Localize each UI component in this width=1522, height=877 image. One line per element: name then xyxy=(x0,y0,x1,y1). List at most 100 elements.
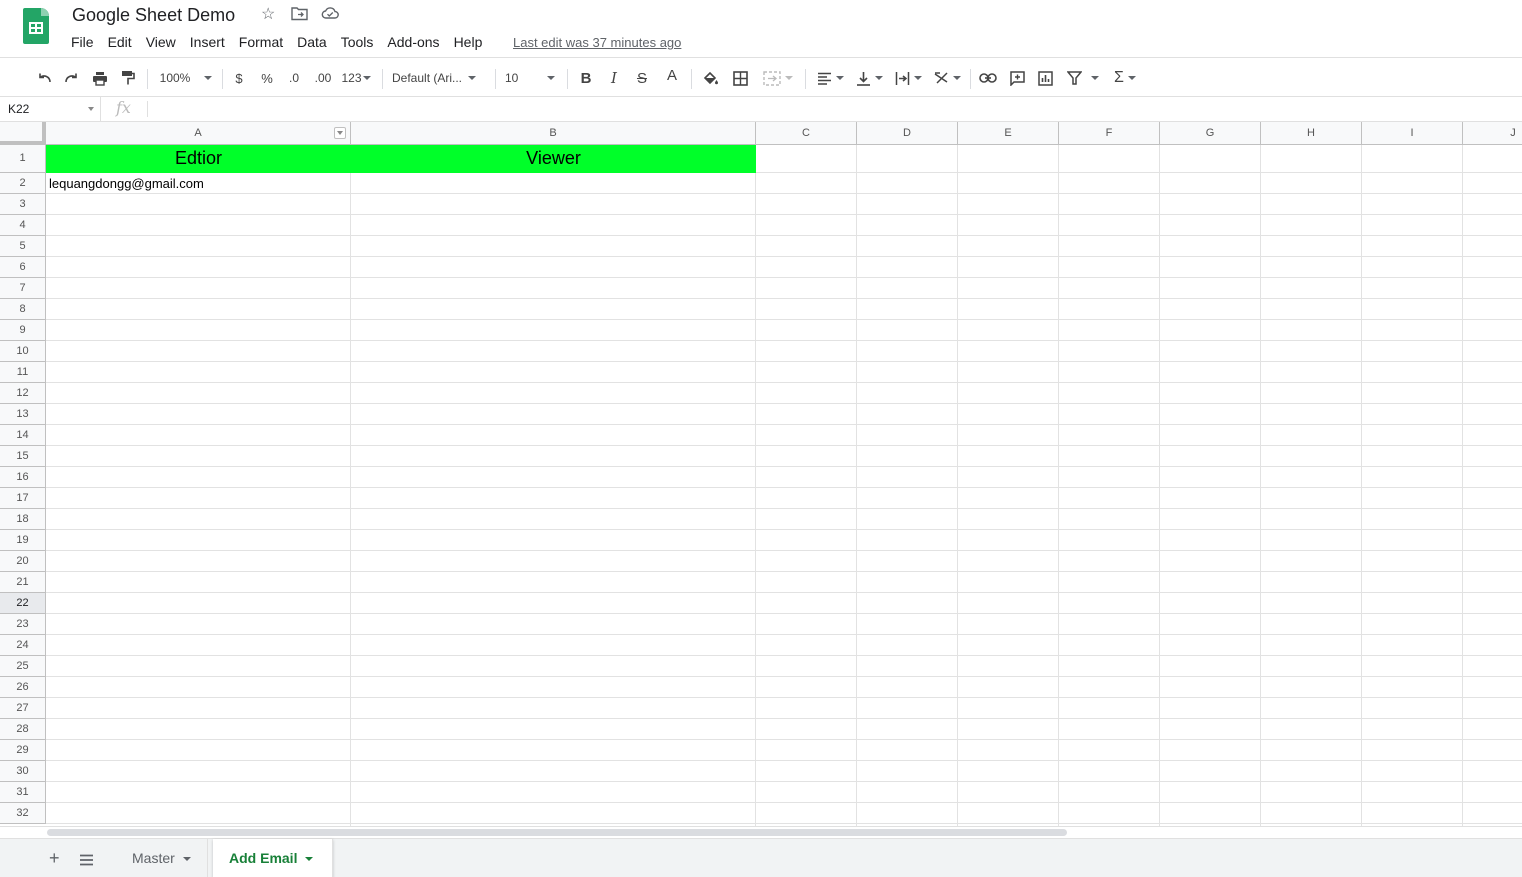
row-header[interactable]: 22 xyxy=(0,593,46,614)
row-header[interactable]: 19 xyxy=(0,530,46,551)
row-header[interactable]: 6 xyxy=(0,257,46,278)
row-header[interactable]: 30 xyxy=(0,761,46,782)
print-icon[interactable] xyxy=(89,67,111,89)
text-color-icon[interactable]: A xyxy=(661,64,683,86)
insert-link-icon[interactable] xyxy=(977,67,999,89)
text-wrapping-icon[interactable] xyxy=(891,67,925,89)
column-header-i[interactable]: I xyxy=(1362,122,1463,145)
sheet-tab-master[interactable]: Master xyxy=(116,839,208,877)
row-header[interactable]: 4 xyxy=(0,215,46,236)
fill-color-icon[interactable] xyxy=(699,67,721,89)
row-header[interactable]: 28 xyxy=(0,719,46,740)
row-header[interactable]: 24 xyxy=(0,635,46,656)
row-header[interactable]: 27 xyxy=(0,698,46,719)
menu-file[interactable]: File xyxy=(64,32,101,52)
font-size-select[interactable]: 10 xyxy=(505,67,561,89)
insert-comment-icon[interactable] xyxy=(1006,67,1028,89)
italic-icon[interactable]: I xyxy=(603,67,625,89)
menu-tools[interactable]: Tools xyxy=(334,32,381,52)
bold-icon[interactable]: B xyxy=(575,67,597,89)
scrollbar-thumb[interactable] xyxy=(47,829,1067,836)
text-rotation-icon[interactable] xyxy=(930,67,964,89)
menu-edit[interactable]: Edit xyxy=(101,32,139,52)
font-family-select[interactable]: Default (Ari... xyxy=(392,67,488,89)
increase-decimal-button[interactable]: .00 xyxy=(311,67,335,89)
move-folder-icon[interactable] xyxy=(291,6,308,26)
row-header[interactable]: 16 xyxy=(0,467,46,488)
sheet-tab-add-email[interactable]: Add Email xyxy=(213,839,333,877)
row-header[interactable]: 8 xyxy=(0,299,46,320)
all-sheets-icon[interactable] xyxy=(79,850,94,870)
row-header[interactable]: 9 xyxy=(0,320,46,341)
more-formats-button[interactable]: 123 xyxy=(339,67,373,89)
row-header[interactable]: 11 xyxy=(0,362,46,383)
filter-icon[interactable] xyxy=(1063,67,1103,89)
cloud-status-icon[interactable] xyxy=(321,6,339,25)
row-header[interactable]: 26 xyxy=(0,677,46,698)
cell-a1[interactable]: Edtior xyxy=(46,145,351,173)
row-header[interactable]: 23 xyxy=(0,614,46,635)
merge-cells-icon[interactable] xyxy=(758,67,798,89)
row-header[interactable]: 17 xyxy=(0,488,46,509)
row-header[interactable]: 15 xyxy=(0,446,46,467)
cell-b1[interactable]: Viewer xyxy=(351,145,756,173)
filter-dropdown-icon[interactable] xyxy=(334,127,346,139)
column-header-h[interactable]: H xyxy=(1261,122,1362,145)
row-header[interactable]: 2 xyxy=(0,173,46,194)
row-header[interactable]: 1 xyxy=(0,145,46,173)
menu-help[interactable]: Help xyxy=(447,32,490,52)
row-header[interactable]: 21 xyxy=(0,572,46,593)
row-header[interactable]: 18 xyxy=(0,509,46,530)
star-icon[interactable]: ☆ xyxy=(261,6,275,24)
row-header[interactable]: 14 xyxy=(0,425,46,446)
column-header-c[interactable]: C xyxy=(756,122,857,145)
row-header[interactable]: 25 xyxy=(0,656,46,677)
functions-icon[interactable]: Σ xyxy=(1110,67,1140,89)
row-header[interactable]: 5 xyxy=(0,236,46,257)
currency-format-button[interactable]: $ xyxy=(229,67,249,89)
insert-chart-icon[interactable] xyxy=(1034,67,1056,89)
last-edit-link[interactable]: Last edit was 37 minutes ago xyxy=(513,35,681,50)
row-header[interactable]: 3 xyxy=(0,194,46,215)
horizontal-scrollbar[interactable] xyxy=(0,826,1522,838)
row-header[interactable]: 12 xyxy=(0,383,46,404)
row-header[interactable]: 31 xyxy=(0,782,46,803)
document-title[interactable]: Google Sheet Demo xyxy=(72,5,235,26)
column-header-b[interactable]: B xyxy=(351,122,756,145)
zoom-select[interactable]: 100% xyxy=(156,67,216,89)
formula-input[interactable] xyxy=(152,100,1512,118)
select-all-corner[interactable] xyxy=(0,122,46,145)
row-header[interactable]: 20 xyxy=(0,551,46,572)
percent-format-button[interactable]: % xyxy=(257,67,277,89)
menu-data[interactable]: Data xyxy=(290,32,334,52)
column-header-e[interactable]: E xyxy=(958,122,1059,145)
paint-format-icon[interactable] xyxy=(117,67,139,89)
menu-insert[interactable]: Insert xyxy=(183,32,232,52)
row-header[interactable]: 7 xyxy=(0,278,46,299)
row-header[interactable]: 10 xyxy=(0,341,46,362)
add-sheet-icon[interactable]: + xyxy=(49,848,60,868)
undo-icon[interactable] xyxy=(33,67,55,89)
row-header[interactable]: 29 xyxy=(0,740,46,761)
borders-icon[interactable] xyxy=(729,67,751,89)
redo-icon[interactable] xyxy=(61,67,83,89)
strikethrough-icon[interactable]: S xyxy=(631,67,653,89)
row-header[interactable]: 13 xyxy=(0,404,46,425)
row-header[interactable]: 32 xyxy=(0,803,46,824)
menu-view[interactable]: View xyxy=(139,32,183,52)
column-header-g[interactable]: G xyxy=(1160,122,1261,145)
menu-format[interactable]: Format xyxy=(232,32,290,52)
column-header-a[interactable]: A xyxy=(46,122,351,145)
column-header-d[interactable]: D xyxy=(857,122,958,145)
sheets-logo-icon[interactable] xyxy=(23,8,49,44)
name-box[interactable]: K22 xyxy=(0,97,101,121)
column-header-f[interactable]: F xyxy=(1059,122,1160,145)
sheet-menu-caret-icon[interactable] xyxy=(305,857,314,862)
menu-add-ons[interactable]: Add-ons xyxy=(380,32,446,52)
horizontal-align-icon[interactable] xyxy=(813,67,847,89)
cell-a2[interactable]: lequangdongg@gmail.com xyxy=(46,173,351,194)
sheet-menu-caret-icon[interactable] xyxy=(182,857,191,862)
decrease-decimal-button[interactable]: .0 xyxy=(283,67,305,89)
vertical-align-icon[interactable] xyxy=(852,67,886,89)
column-header-j[interactable]: J xyxy=(1463,122,1522,145)
